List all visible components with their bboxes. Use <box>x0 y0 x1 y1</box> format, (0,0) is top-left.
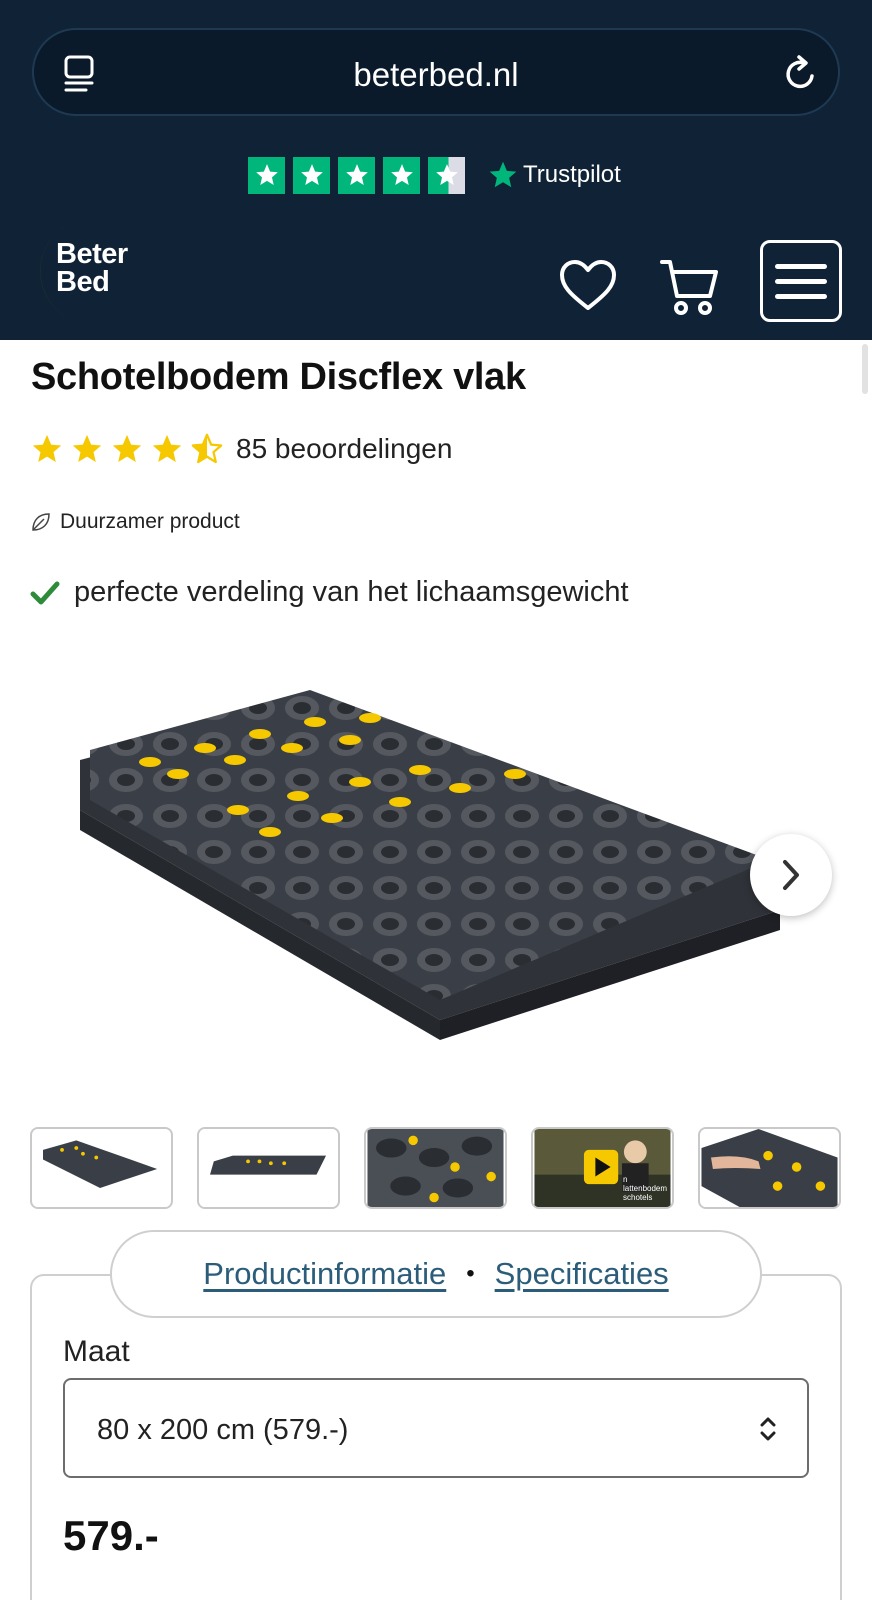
url-bar[interactable]: beterbed.nl <box>32 28 840 116</box>
trustpilot-logo-star-icon <box>489 161 517 188</box>
menu-button[interactable] <box>760 240 842 322</box>
size-select-value: 80 x 200 cm (579.-) <box>97 1414 349 1446</box>
logo-line-1: Beter <box>56 238 128 270</box>
star-icon <box>112 434 142 463</box>
menu-icon-line <box>775 278 827 284</box>
select-chevron-icon <box>760 1417 776 1441</box>
star-icon <box>32 434 62 463</box>
video-caption-line-1: n lattenbodem <box>623 1175 668 1193</box>
heart-icon[interactable] <box>558 258 618 314</box>
reload-icon[interactable] <box>782 54 820 94</box>
video-caption: n lattenbodem schotels <box>623 1175 672 1202</box>
tab-productinformatie[interactable]: Productinformatie <box>203 1256 446 1292</box>
next-image-button[interactable] <box>750 834 832 916</box>
chevron-right-icon <box>783 860 799 890</box>
thumbnail-image <box>367 1129 504 1207</box>
size-select[interactable]: 80 x 200 cm (579.-) <box>63 1378 809 1478</box>
thumbnail-1[interactable] <box>30 1127 173 1209</box>
thumbnail-strip: n lattenbodem schotels <box>30 1127 841 1209</box>
half-star-icon <box>191 433 223 464</box>
trustpilot-logo: Trustpilot <box>487 159 621 191</box>
thumbnail-video[interactable]: n lattenbodem schotels <box>531 1127 674 1209</box>
product-rating[interactable]: 85 beoordelingen <box>30 432 452 466</box>
url-text: beterbed.nl <box>353 56 519 93</box>
scrollbar[interactable] <box>862 344 868 394</box>
star-icon <box>72 434 102 463</box>
sustainability-text: Duurzamer product <box>60 510 240 533</box>
check-icon <box>30 581 60 604</box>
thumbnail-image <box>33 1129 170 1207</box>
slat-base-image <box>80 690 780 1040</box>
usp-item: perfecte verdeling van het lichaamsgewic… <box>30 576 629 609</box>
trustpilot-half-star-icon <box>428 156 465 194</box>
menu-icon-line <box>775 263 827 269</box>
leaf-icon <box>32 513 50 531</box>
star-icon <box>152 434 182 463</box>
sustainability-label: Duurzamer product <box>30 510 240 534</box>
thumbnail-5[interactable] <box>698 1127 841 1209</box>
browser-bar: beterbed.nl Trustpilot <box>0 0 872 204</box>
logo-text: Beter Bed <box>56 238 128 298</box>
trustpilot-star-icon <box>293 156 330 194</box>
rating-count[interactable]: 85 beoordelingen <box>236 433 452 465</box>
logo-line-2: Bed <box>56 266 110 298</box>
thumbnail-3[interactable] <box>364 1127 507 1209</box>
trustpilot-brand: Trustpilot <box>523 161 621 188</box>
usp-text: perfecte verdeling van het lichaamsgewic… <box>74 576 629 608</box>
tab-specificaties[interactable]: Specificaties <box>495 1256 669 1292</box>
thumbnail-image <box>701 1129 838 1207</box>
site-header: Beter Bed <box>0 204 872 340</box>
thumbnail-2[interactable] <box>197 1127 340 1209</box>
product-image[interactable] <box>60 690 800 1060</box>
menu-icon-line <box>775 293 827 299</box>
product-title: Schotelbodem Discflex vlak <box>31 356 526 398</box>
video-caption-line-2: schotels <box>623 1193 653 1202</box>
size-label: Maat <box>63 1335 130 1368</box>
trustpilot-star-icon <box>338 156 375 194</box>
trustpilot-star-icon <box>248 156 285 194</box>
beter-bed-logo[interactable]: Beter Bed <box>28 220 146 328</box>
thumbnail-image <box>200 1129 337 1207</box>
info-tabs: Productinformatie • Specificaties <box>110 1230 762 1318</box>
trustpilot-rating[interactable]: Trustpilot <box>248 156 621 194</box>
trustpilot-star-icon <box>383 156 420 194</box>
product-price: 579.- <box>63 1512 159 1559</box>
tab-separator: • <box>466 1260 475 1287</box>
cart-icon[interactable] <box>660 258 720 316</box>
